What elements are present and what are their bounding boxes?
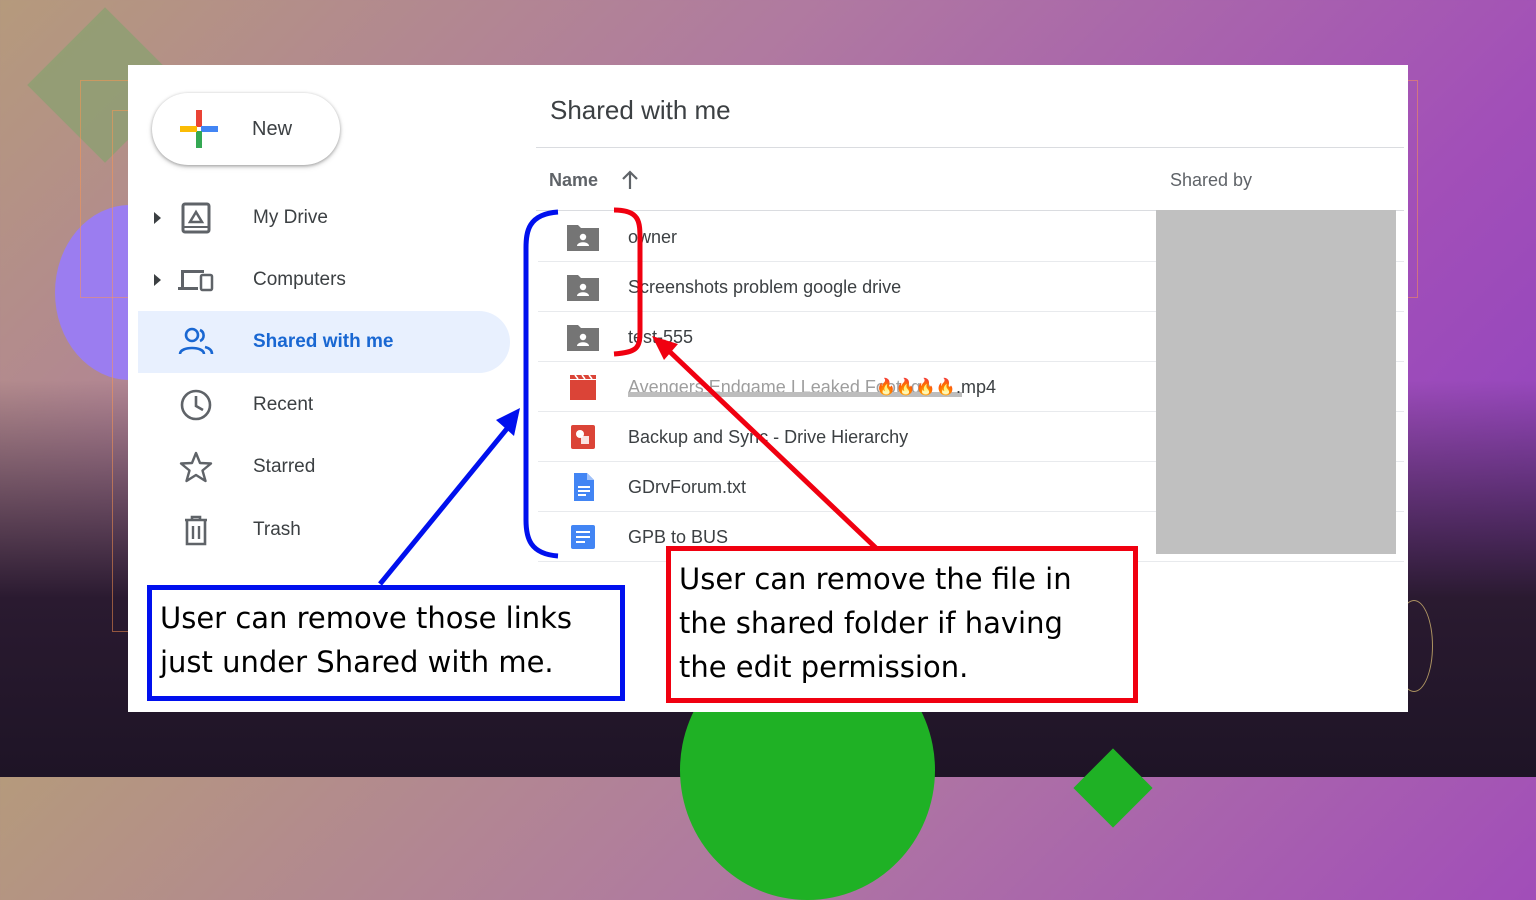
file-name: Backup and Sync - Drive Hierarchy bbox=[628, 426, 909, 447]
sidebar-item-label: Recent bbox=[253, 394, 314, 415]
new-button[interactable]: New bbox=[152, 93, 340, 165]
blue-annotation-box: User can remove those links just under S… bbox=[147, 585, 625, 701]
sort-arrow-up-icon[interactable] bbox=[620, 169, 640, 191]
plus-icon bbox=[180, 110, 218, 148]
drawing-file-icon bbox=[571, 425, 595, 449]
sidebar-item-shared-with-me[interactable]: Shared with me bbox=[138, 311, 510, 373]
annotation-text-line: just under Shared with me. bbox=[160, 645, 554, 679]
file-name: test-555 bbox=[628, 326, 694, 347]
file-row[interactable]: Screenshots problem google drive bbox=[538, 262, 1154, 312]
sidebar-item-label: Shared with me bbox=[253, 331, 394, 352]
star-icon bbox=[179, 451, 213, 483]
sidebar-item-label: Starred bbox=[253, 456, 316, 477]
shared-folder-icon bbox=[567, 275, 599, 301]
expand-caret-icon[interactable] bbox=[154, 212, 161, 224]
file-name: owner bbox=[628, 226, 678, 247]
text-file-icon bbox=[574, 473, 594, 501]
docs-file-icon bbox=[571, 525, 595, 549]
shared-folder-icon bbox=[567, 225, 599, 251]
annotation-text-line: the edit permission. bbox=[679, 650, 969, 684]
header-divider bbox=[536, 147, 1404, 148]
sidebar-item-label: My Drive bbox=[253, 207, 328, 228]
annotation-text-line: the shared folder if having bbox=[679, 606, 1063, 640]
annotation-text-line: User can remove the file in bbox=[679, 562, 1072, 596]
shared-by-redacted-block bbox=[1156, 210, 1396, 554]
computers-icon bbox=[178, 270, 214, 292]
my-drive-icon bbox=[181, 202, 211, 234]
red-annotation-box: User can remove the file in the shared f… bbox=[666, 546, 1138, 703]
sidebar-item-computers[interactable]: Computers bbox=[138, 249, 510, 311]
people-icon bbox=[178, 327, 214, 355]
sidebar-item-recent[interactable]: Recent bbox=[138, 374, 510, 436]
file-extension: .mp4 bbox=[956, 376, 997, 397]
sidebar-item-trash[interactable]: Trash bbox=[138, 499, 510, 561]
sidebar-item-starred[interactable]: Starred bbox=[138, 436, 510, 498]
shared-folder-icon bbox=[567, 325, 599, 351]
file-row[interactable]: GDrvForum.txt bbox=[538, 462, 1154, 512]
expand-caret-icon[interactable] bbox=[154, 274, 161, 286]
sidebar-item-label: Trash bbox=[253, 519, 301, 540]
new-button-label: New bbox=[252, 117, 293, 140]
column-header-shared-by[interactable]: Shared by bbox=[1170, 170, 1252, 191]
file-row[interactable]: owner bbox=[538, 212, 1154, 262]
fire-emoji-icons: 🔥🔥🔥🔥 bbox=[876, 379, 956, 396]
sidebar-item-my-drive[interactable]: My Drive bbox=[138, 187, 510, 249]
annotation-text-line: User can remove those links bbox=[160, 601, 573, 635]
video-file-icon bbox=[570, 374, 596, 400]
file-name: GDrvForum.txt bbox=[628, 476, 747, 497]
column-header-name[interactable]: Name bbox=[549, 170, 598, 191]
file-name: Screenshots problem google drive bbox=[628, 276, 902, 297]
file-row[interactable]: Backup and Sync - Drive Hierarchy bbox=[538, 412, 1154, 462]
file-row[interactable]: Avengers Endgame I Leaked Footage 🔥🔥🔥🔥 .… bbox=[538, 362, 1154, 412]
file-row[interactable]: test-555 bbox=[538, 312, 1154, 362]
page-title: Shared with me bbox=[550, 95, 731, 125]
file-name: GPB to BUS bbox=[628, 526, 729, 547]
clock-icon bbox=[180, 389, 212, 421]
trash-icon bbox=[185, 515, 207, 546]
sidebar-item-label: Computers bbox=[253, 269, 346, 290]
